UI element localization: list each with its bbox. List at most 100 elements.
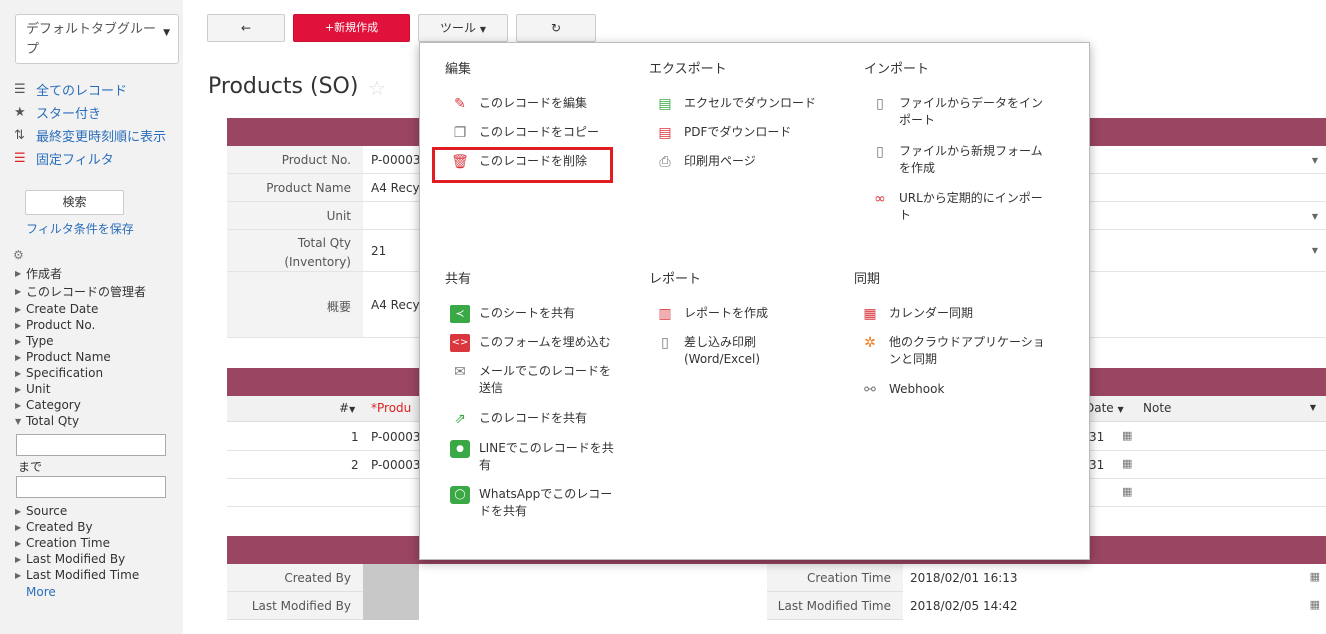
- gear-icon[interactable]: ⚙: [13, 248, 24, 262]
- filter-item[interactable]: ▶ Last Modified Time: [15, 568, 139, 582]
- menu-share-sheet[interactable]: ≺ このシートを共有: [450, 305, 575, 323]
- menu-share-line[interactable]: ● LINEでこのレコードを共有: [450, 440, 614, 474]
- range-to-input[interactable]: [16, 476, 166, 498]
- menu-print-page[interactable]: ⎙ 印刷用ページ: [655, 153, 755, 171]
- field-value[interactable]: P-00003: [371, 153, 420, 167]
- menu-item-label: LINEでこのレコードを共: [479, 441, 614, 455]
- menu-item-label: Webhook: [889, 382, 945, 396]
- col-note-header[interactable]: Note: [1143, 401, 1171, 415]
- menu-edit-record[interactable]: ✎ このレコードを編集: [450, 95, 587, 113]
- menu-merge-print[interactable]: ▯ 差し込み印刷 (Word/Excel): [655, 334, 760, 368]
- filter-label: このレコードの管理者: [26, 285, 147, 299]
- tab-group-select-value: デフォルトタブグループ: [26, 22, 157, 57]
- created-by-value: [363, 564, 419, 592]
- menu-cloud-app-sync[interactable]: ✲ 他のクラウドアプリケーショ ンと同期: [860, 334, 1045, 368]
- mail-icon: ✉: [454, 364, 466, 380]
- caret-down-icon[interactable]: ▼: [1310, 403, 1316, 412]
- caret-down-icon: ▼: [349, 405, 356, 414]
- field-value[interactable]: A4 Recy: [371, 181, 420, 195]
- section-report-title: レポート: [649, 272, 702, 287]
- menu-webhook[interactable]: ⚯ Webhook: [860, 381, 944, 399]
- search-button[interactable]: 検索: [25, 190, 124, 215]
- filter-label: Last Modified By: [26, 552, 126, 566]
- menu-item-label: このフォームを埋め込む: [479, 335, 611, 349]
- filter-label: Total Qty: [26, 414, 80, 428]
- pen-icon: ✎: [454, 96, 466, 112]
- fixed-filter-icon: ☰: [14, 150, 26, 166]
- menu-import-from-url[interactable]: ∞ URLから定期的にインポート: [870, 190, 1043, 224]
- menu-item-label: このレコードを削除: [479, 154, 588, 168]
- range-from-input[interactable]: [16, 434, 166, 456]
- calendar-icon[interactable]: ▦: [1310, 570, 1320, 583]
- menu-delete-record[interactable]: 🗑 このレコードを削除: [450, 153, 587, 171]
- filter-item-expanded[interactable]: ▼ Total Qty: [15, 414, 79, 428]
- menu-new-form-from-file[interactable]: ▯ ファイルから新規フォーム を作成: [870, 143, 1043, 177]
- menu-calendar-sync[interactable]: ▦ カレンダー同期: [860, 305, 973, 323]
- field-label-line1: Total Qty: [297, 236, 351, 250]
- refresh-button[interactable]: ↻: [516, 14, 596, 42]
- filter-item[interactable]: ▶ Specification: [15, 366, 103, 380]
- nav-sort-modified[interactable]: ⇅ 最終変更時刻順に表示: [14, 125, 166, 145]
- menu-share-record[interactable]: ⇗ このレコードを共有: [450, 410, 587, 428]
- field-value[interactable]: 21: [371, 244, 386, 258]
- calendar-icon[interactable]: ▦: [1122, 485, 1132, 498]
- bar-chart-icon: ▥: [658, 306, 672, 322]
- more-link[interactable]: More: [26, 585, 56, 599]
- sidebar: デフォルトタブグループ ▼ ☰ 全てのレコード ★ スター付き ⇅ 最終変更時刻…: [0, 0, 183, 634]
- filter-item[interactable]: ▶ Category: [15, 398, 81, 412]
- filter-item[interactable]: ▶ Source: [15, 504, 67, 518]
- menu-item-label: レポートを作成: [684, 306, 769, 320]
- menu-pdf-download[interactable]: ▤ PDFでダウンロード: [655, 124, 791, 142]
- col-date-header[interactable]: Date ▼: [1085, 401, 1124, 415]
- calendar-icon[interactable]: ▦: [1122, 457, 1132, 470]
- back-button[interactable]: ←: [207, 14, 285, 42]
- menu-import-from-file[interactable]: ▯ ファイルからデータをイン ポート: [870, 95, 1043, 129]
- star-icon[interactable]: ☆: [368, 76, 386, 100]
- col-product-header[interactable]: *Produ: [371, 401, 411, 415]
- tools-menu-button[interactable]: ツール ▼: [418, 14, 508, 42]
- menu-copy-record[interactable]: ❐ このレコードをコピー: [450, 124, 599, 142]
- chevron-down-icon[interactable]: ▼: [1312, 212, 1318, 221]
- menu-send-by-mail[interactable]: ✉ メールでこのレコードを 送信: [450, 363, 611, 397]
- filter-item[interactable]: ▶ Last Modified By: [15, 552, 125, 566]
- created-by-label: Created By: [284, 571, 351, 585]
- last-modified-by-label: Last Modified By: [251, 599, 351, 613]
- nav-starred[interactable]: ★ スター付き: [14, 102, 101, 122]
- col-num-header[interactable]: #▼: [339, 401, 355, 415]
- chevron-down-icon[interactable]: ▼: [1312, 246, 1318, 255]
- field-value[interactable]: A4 Recy: [371, 298, 420, 312]
- new-record-button[interactable]: +新規作成: [293, 14, 410, 42]
- filter-item[interactable]: ▶ Creation Time: [15, 536, 110, 550]
- filter-item[interactable]: ▶ Product No.: [15, 318, 95, 332]
- section-sync-title: 同期: [854, 272, 881, 287]
- caret-right-icon: ▶: [15, 352, 22, 362]
- range-separator: まで: [18, 460, 43, 474]
- menu-share-whatsapp[interactable]: ◯ WhatsAppでこのレコー ドを共有: [450, 486, 612, 520]
- tab-group-select[interactable]: デフォルトタブグループ ▼: [15, 14, 179, 64]
- caret-right-icon: ▶: [15, 384, 22, 394]
- chevron-down-icon[interactable]: ▼: [1312, 156, 1318, 165]
- menu-embed-form[interactable]: <> このフォームを埋め込む: [450, 334, 611, 352]
- calendar-icon[interactable]: ▦: [1310, 598, 1320, 611]
- calendar-icon[interactable]: ▦: [1122, 429, 1132, 442]
- filter-item[interactable]: ▶ 作成者: [15, 265, 62, 282]
- creation-time-field[interactable]: 2018/02/01 16:13 ▦: [903, 564, 1326, 592]
- menu-create-report[interactable]: ▥ レポートを作成: [655, 305, 768, 323]
- menu-item-label: エクセルでダウンロード: [684, 96, 817, 110]
- last-modified-time-label: Last Modified Time: [777, 599, 891, 613]
- filter-item[interactable]: ▶ Unit: [15, 382, 50, 396]
- menu-excel-download[interactable]: ▤ エクセルでダウンロード: [655, 95, 816, 113]
- last-modified-time-value: 2018/02/05 14:42: [910, 599, 1018, 613]
- nav-fixed-filter-label: 固定フィルタ: [36, 152, 114, 168]
- last-modified-time-field[interactable]: 2018/02/05 14:42 ▦: [903, 592, 1326, 620]
- filter-item[interactable]: ▶ Create Date: [15, 302, 98, 316]
- url-link-icon: ∞: [874, 191, 886, 207]
- nav-fixed-filter[interactable]: ☰ 固定フィルタ: [14, 148, 114, 168]
- filter-item[interactable]: ▶ Type: [15, 334, 54, 348]
- filter-item[interactable]: ▶ Created By: [15, 520, 93, 534]
- save-filter-link[interactable]: フィルタ条件を保存: [26, 220, 134, 237]
- filter-item[interactable]: ▶ Product Name: [15, 350, 111, 364]
- webhook-icon: ⚯: [864, 382, 876, 398]
- nav-all-records[interactable]: ☰ 全てのレコード: [14, 79, 127, 99]
- filter-item[interactable]: ▶ このレコードの管理者: [15, 283, 146, 300]
